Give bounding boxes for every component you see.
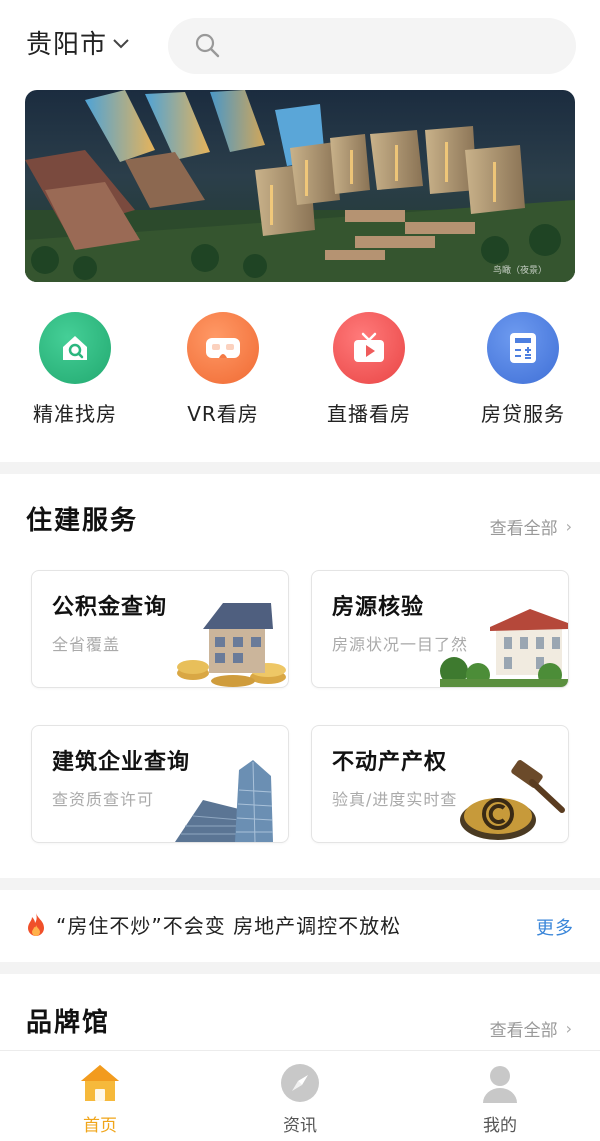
search-icon <box>194 32 220 62</box>
quick-item-live[interactable]: 直播看房 <box>294 312 444 427</box>
skyscraper-icon <box>175 760 273 842</box>
banner-image <box>25 90 575 282</box>
promo-banner[interactable]: 鸟瞰（夜景） <box>25 90 575 282</box>
card-title: 公积金查询 <box>52 595 168 620</box>
view-all-brand-link[interactable]: 查看全部 › <box>490 1016 572 1041</box>
section-divider <box>0 878 600 890</box>
view-all-label: 查看全部 <box>489 519 558 539</box>
section-title-brand: 品牌馆 <box>26 1008 111 1038</box>
gavel-copyright-icon <box>460 760 565 840</box>
card-construction-company[interactable]: 建筑企业查询 查资质查许可 <box>31 725 289 843</box>
card-title: 不动产产权 <box>332 750 448 775</box>
search-input[interactable] <box>168 18 576 74</box>
banner-caption: 鸟瞰（夜景） <box>492 266 547 276</box>
quick-item-label: VR看房 <box>187 402 259 426</box>
card-listing-verification[interactable]: 房源核验 房源状况一目了然 <box>311 570 569 688</box>
tab-label: 首页 <box>83 1116 117 1136</box>
tab-news[interactable]: 资讯 <box>240 1061 360 1136</box>
tab-profile[interactable]: 我的 <box>440 1061 560 1136</box>
quick-item-label: 直播看房 <box>327 402 411 426</box>
quick-item-mortgage[interactable]: 房贷服务 <box>448 312 598 427</box>
chevron-down-icon <box>113 34 129 53</box>
quick-item-precise-search[interactable]: 精准找房 <box>0 312 150 427</box>
card-title: 房源核验 <box>332 595 425 620</box>
house-search-icon <box>39 312 111 384</box>
card-provident-fund[interactable]: 公积金查询 全省覆盖 <box>31 570 289 688</box>
chevron-right-icon: › <box>565 1019 572 1038</box>
calculator-icon <box>487 312 559 384</box>
news-ticker[interactable]: “房住不炒”不会变 房地产调控不放松 更多 <box>0 892 600 958</box>
tab-home[interactable]: 首页 <box>40 1061 160 1136</box>
header: 贵阳市 <box>0 0 600 90</box>
tab-label: 资讯 <box>283 1116 317 1136</box>
vr-headset-icon <box>187 312 259 384</box>
quick-nav: 精准找房 VR看房 直播看房 房贷服务 <box>0 312 600 432</box>
fire-icon <box>26 912 46 942</box>
compass-icon <box>240 1061 360 1105</box>
city-label: 贵阳市 <box>26 30 108 60</box>
section-divider <box>0 462 600 474</box>
news-more-link[interactable]: 更多 <box>536 914 574 940</box>
view-all-label: 查看全部 <box>489 1021 558 1041</box>
card-title: 建筑企业查询 <box>52 750 191 775</box>
card-property-rights[interactable]: 不动产产权 验真/进度实时查 <box>311 725 569 843</box>
quick-item-vr[interactable]: VR看房 <box>148 312 298 427</box>
view-all-housing-services-link[interactable]: 查看全部 › <box>490 514 572 539</box>
home-icon <box>40 1061 160 1105</box>
chevron-right-icon: › <box>565 517 572 536</box>
villa-icon <box>440 609 568 687</box>
tv-live-icon <box>333 312 405 384</box>
user-icon <box>440 1061 560 1105</box>
card-subtitle: 验真/进度实时查 <box>332 790 458 809</box>
quick-item-label: 房贷服务 <box>481 402 565 426</box>
section-title-housing-services: 住建服务 <box>26 506 139 536</box>
card-subtitle: 全省覆盖 <box>52 635 121 654</box>
quick-item-label: 精准找房 <box>33 402 117 426</box>
house-coins-icon <box>177 603 286 687</box>
bottom-tab-bar: 首页 资讯 我的 <box>0 1050 600 1141</box>
section-divider <box>0 962 600 974</box>
news-headline: “房住不炒”不会变 房地产调控不放松 <box>56 914 402 938</box>
city-selector[interactable]: 贵阳市 <box>26 24 129 61</box>
tab-label: 我的 <box>483 1116 517 1136</box>
card-subtitle: 查资质查许可 <box>52 790 155 809</box>
